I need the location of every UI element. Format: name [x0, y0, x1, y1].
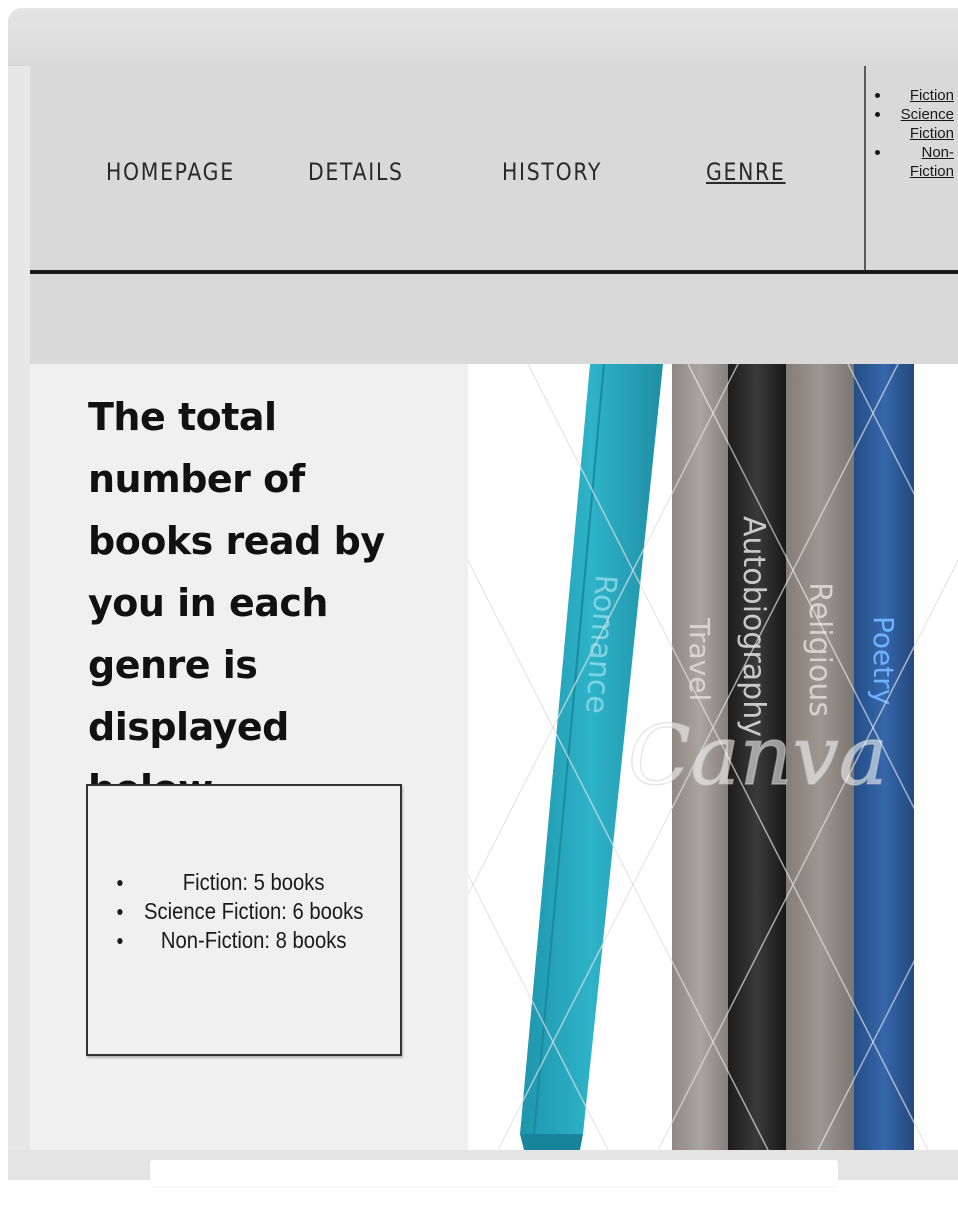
stat-science-fiction: Science Fiction: 6 books [107, 897, 382, 926]
device-top-bezel [8, 8, 958, 66]
bullet-icon [117, 880, 123, 886]
stat-fiction-text: Fiction: 5 books [182, 869, 325, 895]
stat-non-fiction-text: Non-Fiction: 8 books [160, 927, 347, 953]
stat-fiction: Fiction: 5 books [107, 868, 382, 897]
spine-label-travel: Travel [683, 617, 716, 701]
bullet-icon [117, 909, 123, 915]
genre-link-non-fiction[interactable]: Non-Fiction [910, 144, 954, 180]
books-photo: Romance Travel Autobiography Religious P… [468, 364, 958, 1150]
nav-link-genre[interactable]: GENRE [706, 158, 786, 186]
bullet-icon [875, 93, 880, 98]
stat-science-fiction-text: Science Fiction: 6 books [143, 898, 364, 924]
genre-stats-box: Fiction: 5 books Science Fiction: 6 book… [86, 784, 402, 1056]
website-screen: HOMEPAGE DETAILS HISTORY GENRE Fiction S… [30, 66, 958, 1150]
canva-watermark: Canva [628, 709, 888, 804]
genre-link-fiction[interactable]: Fiction [910, 87, 954, 104]
books-illustration: Romance Travel Autobiography Religious P… [468, 364, 958, 1150]
stat-non-fiction: Non-Fiction: 8 books [107, 926, 382, 955]
spine-label-poetry: Poetry [867, 616, 900, 705]
nav-link-history[interactable]: HISTORY [502, 158, 602, 186]
genre-link-science-fiction[interactable]: Science Fiction [901, 106, 954, 142]
genre-summary-section: The total number of books read by you in… [30, 364, 468, 1150]
bullet-icon [875, 150, 880, 155]
bullet-icon [117, 938, 123, 944]
genre-item-science-fiction: Science Fiction [866, 105, 958, 143]
genre-item-non-fiction: Non-Fiction [866, 143, 958, 181]
sub-header-band [30, 274, 958, 364]
page-headline: The total number of books read by you in… [88, 395, 385, 811]
nav-link-details[interactable]: DETAILS [308, 158, 404, 186]
genre-item-fiction: Fiction [866, 86, 958, 105]
bullet-icon [875, 112, 880, 117]
genre-list: Fiction Science Fiction Non-Fiction [866, 66, 958, 181]
spine-label-religious: Religious [802, 582, 837, 717]
spine-label-autobiography: Autobiography [736, 516, 771, 737]
top-navigation-bar: HOMEPAGE DETAILS HISTORY GENRE Fiction S… [30, 66, 958, 274]
genre-dropdown-menu: Fiction Science Fiction Non-Fiction [864, 66, 958, 270]
nav-link-homepage[interactable]: HOMEPAGE [106, 158, 235, 186]
device-stand [150, 1160, 838, 1186]
genre-stats-list: Fiction: 5 books Science Fiction: 6 book… [88, 786, 400, 955]
